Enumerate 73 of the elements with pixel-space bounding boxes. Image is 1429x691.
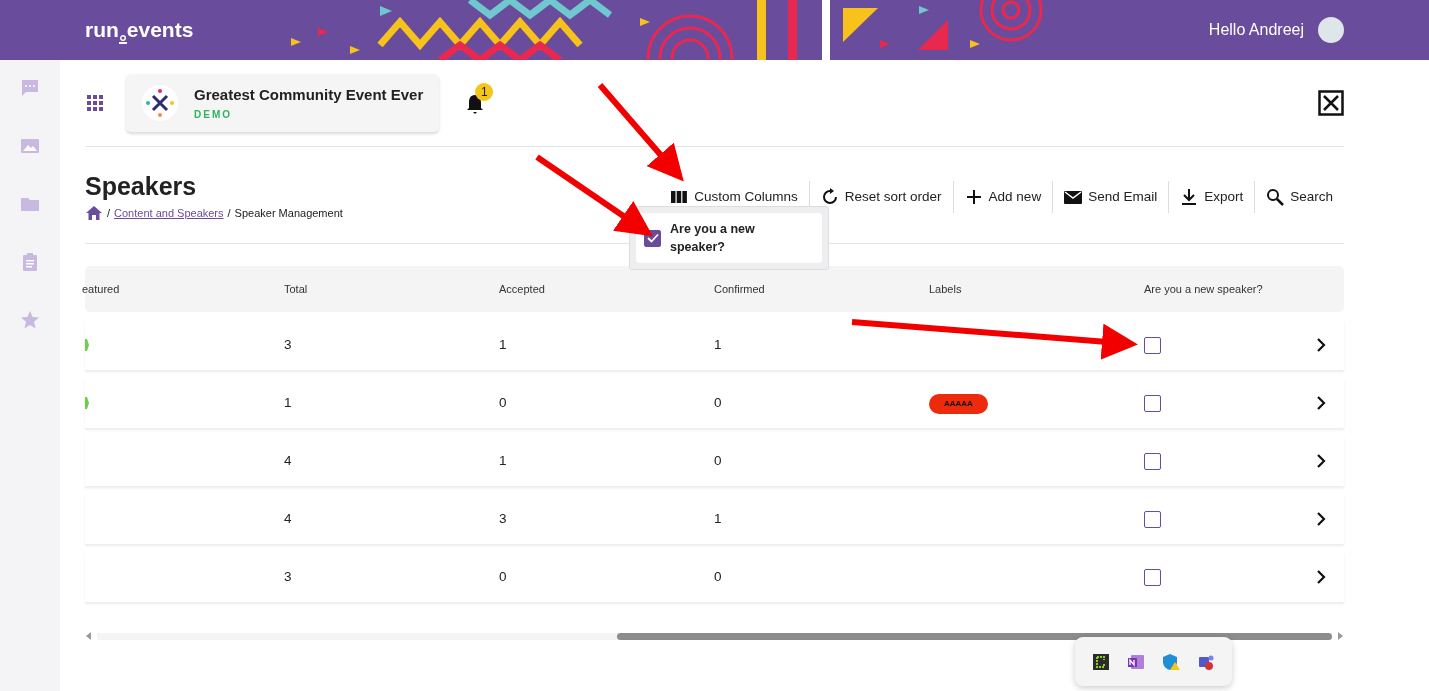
toolbar-button[interactable]: Send Email (1053, 180, 1170, 213)
checkbox[interactable] (1144, 510, 1161, 528)
table-cell-text: 3 (284, 335, 293, 354)
reset-icon (820, 187, 839, 206)
chevron-right-icon[interactable] (1316, 454, 1326, 468)
breadcrumb-current: Speaker Management (234, 205, 343, 221)
column-header: Confirmed (714, 281, 766, 297)
table-row[interactable]: 3 1 1 (85, 320, 1344, 370)
scroll-right-icon[interactable] (1336, 632, 1344, 640)
column-header: Labels (929, 281, 963, 297)
chevron-right-icon[interactable] (1316, 396, 1326, 410)
chevron-right-icon[interactable] (1316, 338, 1326, 352)
apps-grid-icon[interactable] (85, 93, 105, 113)
shield-warning-icon[interactable] (1162, 652, 1181, 671)
table-cell-text: 1 (714, 509, 723, 528)
table-row[interactable]: 4 3 1 (85, 494, 1344, 544)
table-row[interactable]: 4 1 0 (85, 436, 1344, 486)
table-cell-text: 1 (714, 335, 723, 354)
event-card[interactable]: Greatest Community Event Ever DEMO (126, 74, 440, 132)
greeting-text: Hello Andreej (1208, 20, 1304, 40)
table-cell-text: 0 (714, 393, 723, 412)
logo-text: events (126, 17, 194, 44)
table-cell-text: 4 (284, 451, 293, 470)
breadcrumb-link[interactable]: Content and Speakers (114, 204, 224, 221)
table-cell-text: 0 (714, 567, 723, 586)
terminal-icon[interactable] (1091, 652, 1110, 671)
event-tag: DEMO (194, 106, 424, 122)
page-title: Speakers (85, 170, 198, 201)
checkbox[interactable] (1144, 452, 1161, 470)
table-cell-text: 3 (499, 509, 508, 528)
notification-count: 1 (475, 83, 494, 101)
logo-text: run (85, 17, 119, 44)
checkbox[interactable] (1144, 336, 1161, 354)
label-tag: AAAAA (929, 394, 988, 414)
search-icon (1266, 187, 1285, 206)
notes-icon[interactable] (1126, 652, 1145, 671)
option-label: Are you a new speaker? (670, 221, 756, 257)
event-logo-icon (142, 85, 178, 121)
plus-icon (964, 187, 983, 206)
toolbar-button[interactable]: Export (1169, 180, 1256, 213)
star-icon[interactable] (20, 310, 40, 330)
toolbar-button[interactable]: Add new (953, 180, 1054, 213)
toolbar-button[interactable]: Search (1255, 180, 1344, 213)
column-header: Are you a new speaker? (1144, 281, 1264, 297)
table-cell-text: 1 (499, 335, 508, 354)
breadcrumb-separator: / (227, 205, 231, 221)
chevron-right-icon[interactable] (1316, 512, 1326, 526)
checkbox[interactable] (1144, 568, 1161, 586)
scrollbar-thumb[interactable] (617, 632, 1332, 640)
table-cell-text: 0 (714, 451, 723, 470)
breadcrumb-separator: / (107, 205, 111, 221)
chevron-right-icon[interactable] (1316, 570, 1326, 584)
download-icon (1180, 187, 1199, 206)
event-title: Greatest Community Event Ever (194, 85, 424, 106)
table-cell-text: 1 (284, 393, 293, 412)
user-avatar[interactable] (1318, 17, 1344, 43)
table-row[interactable]: 1 0 0 AAAAA (85, 378, 1344, 428)
home-icon[interactable] (85, 204, 103, 221)
scroll-left-icon[interactable] (85, 632, 93, 640)
column-header: eatured (82, 281, 121, 297)
table-cell-text: 4 (284, 509, 293, 528)
table-row[interactable]: 3 0 0 (85, 552, 1344, 602)
clipboard-icon[interactable] (20, 252, 40, 272)
checkbox[interactable] (1144, 394, 1161, 412)
column-header: Total (284, 281, 309, 297)
table-cell-text: 0 (499, 393, 508, 412)
table-cell-text: 1 (499, 451, 508, 470)
check-icon (646, 233, 659, 244)
logo-mark-icon (118, 34, 127, 44)
column-header: Accepted (499, 281, 546, 297)
table-cell-text: 3 (284, 567, 293, 586)
table-cell-text: 0 (499, 567, 508, 586)
close-icon[interactable] (1318, 90, 1344, 116)
